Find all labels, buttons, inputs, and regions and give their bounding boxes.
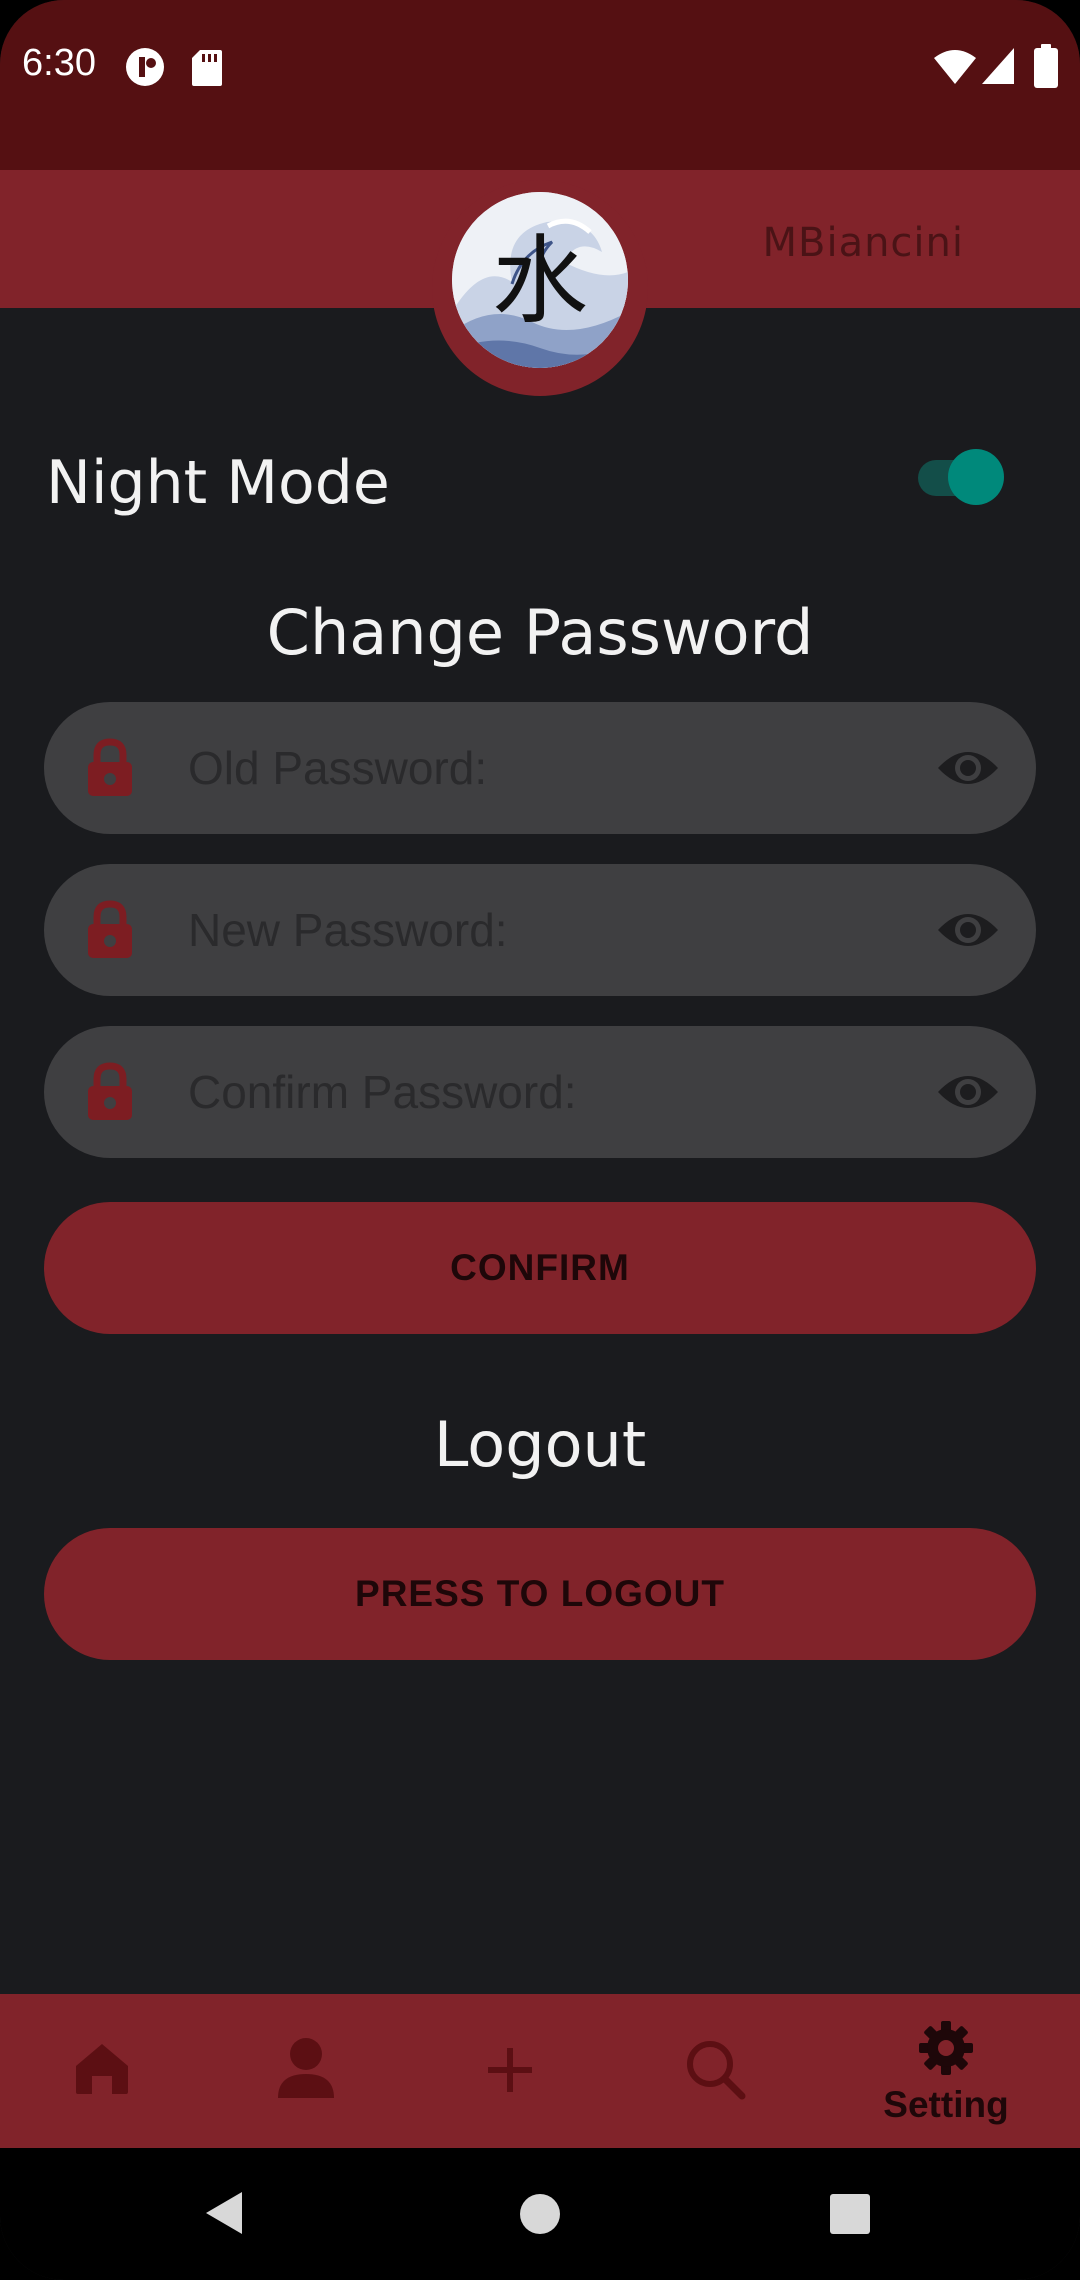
nav-item-search[interactable] (614, 1994, 814, 2148)
wave-kanji-avatar-image: 水 (452, 192, 628, 368)
home-icon (76, 2044, 128, 2094)
avatar[interactable]: 水 (452, 192, 628, 368)
old-password-input[interactable] (188, 732, 948, 804)
night-mode-toggle-thumb[interactable] (948, 449, 1004, 505)
settings-screen: 6:30 MBiancini 水 Night Mode Change Passw… (0, 0, 1080, 2280)
wifi-icon (934, 50, 976, 84)
status-time: 6:30 (22, 42, 96, 84)
bottom-nav: Setting (0, 1994, 1080, 2148)
lock-icon (88, 1062, 132, 1120)
nav-item-add[interactable] (410, 1994, 610, 2148)
search-icon (687, 2041, 746, 2100)
recents-icon[interactable] (828, 2192, 872, 2236)
eye-icon[interactable] (936, 742, 1000, 794)
eye-icon[interactable] (936, 904, 1000, 956)
sd-card-icon (192, 50, 222, 86)
lock-icon (88, 738, 132, 796)
change-password-title: Change Password (266, 596, 814, 669)
status-bar: 6:30 (0, 0, 1080, 170)
logout-button[interactable]: PRESS TO LOGOUT (44, 1528, 1036, 1660)
add-icon (488, 2048, 532, 2092)
new-password-field[interactable] (44, 864, 1036, 996)
eye-icon[interactable] (936, 1066, 1000, 1118)
avatar-kanji: 水 (492, 225, 588, 337)
signal-icon (982, 48, 1014, 84)
lock-icon (88, 900, 132, 958)
home-button-icon[interactable] (518, 2192, 562, 2236)
gear-icon (919, 2021, 973, 2075)
battery-icon (1034, 44, 1058, 88)
system-nav-bar (0, 2148, 1080, 2280)
back-icon[interactable] (204, 2190, 244, 2236)
nav-item-home[interactable] (2, 1994, 202, 2148)
notification-icon (126, 48, 164, 86)
old-password-field[interactable] (44, 702, 1036, 834)
nav-label-setting: Setting (883, 2084, 1009, 2125)
nav-item-setting[interactable]: Setting (846, 1994, 1046, 2148)
logout-title: Logout (433, 1408, 647, 1481)
new-password-input[interactable] (188, 894, 948, 966)
username[interactable]: MBiancini (763, 220, 965, 266)
night-mode-label: Night Mode (46, 448, 390, 518)
confirm-password-input[interactable] (188, 1056, 948, 1128)
confirm-button[interactable]: CONFIRM (44, 1202, 1036, 1334)
profile-icon (278, 2038, 334, 2098)
confirm-password-field[interactable] (44, 1026, 1036, 1158)
nav-item-profile[interactable] (206, 1994, 406, 2148)
